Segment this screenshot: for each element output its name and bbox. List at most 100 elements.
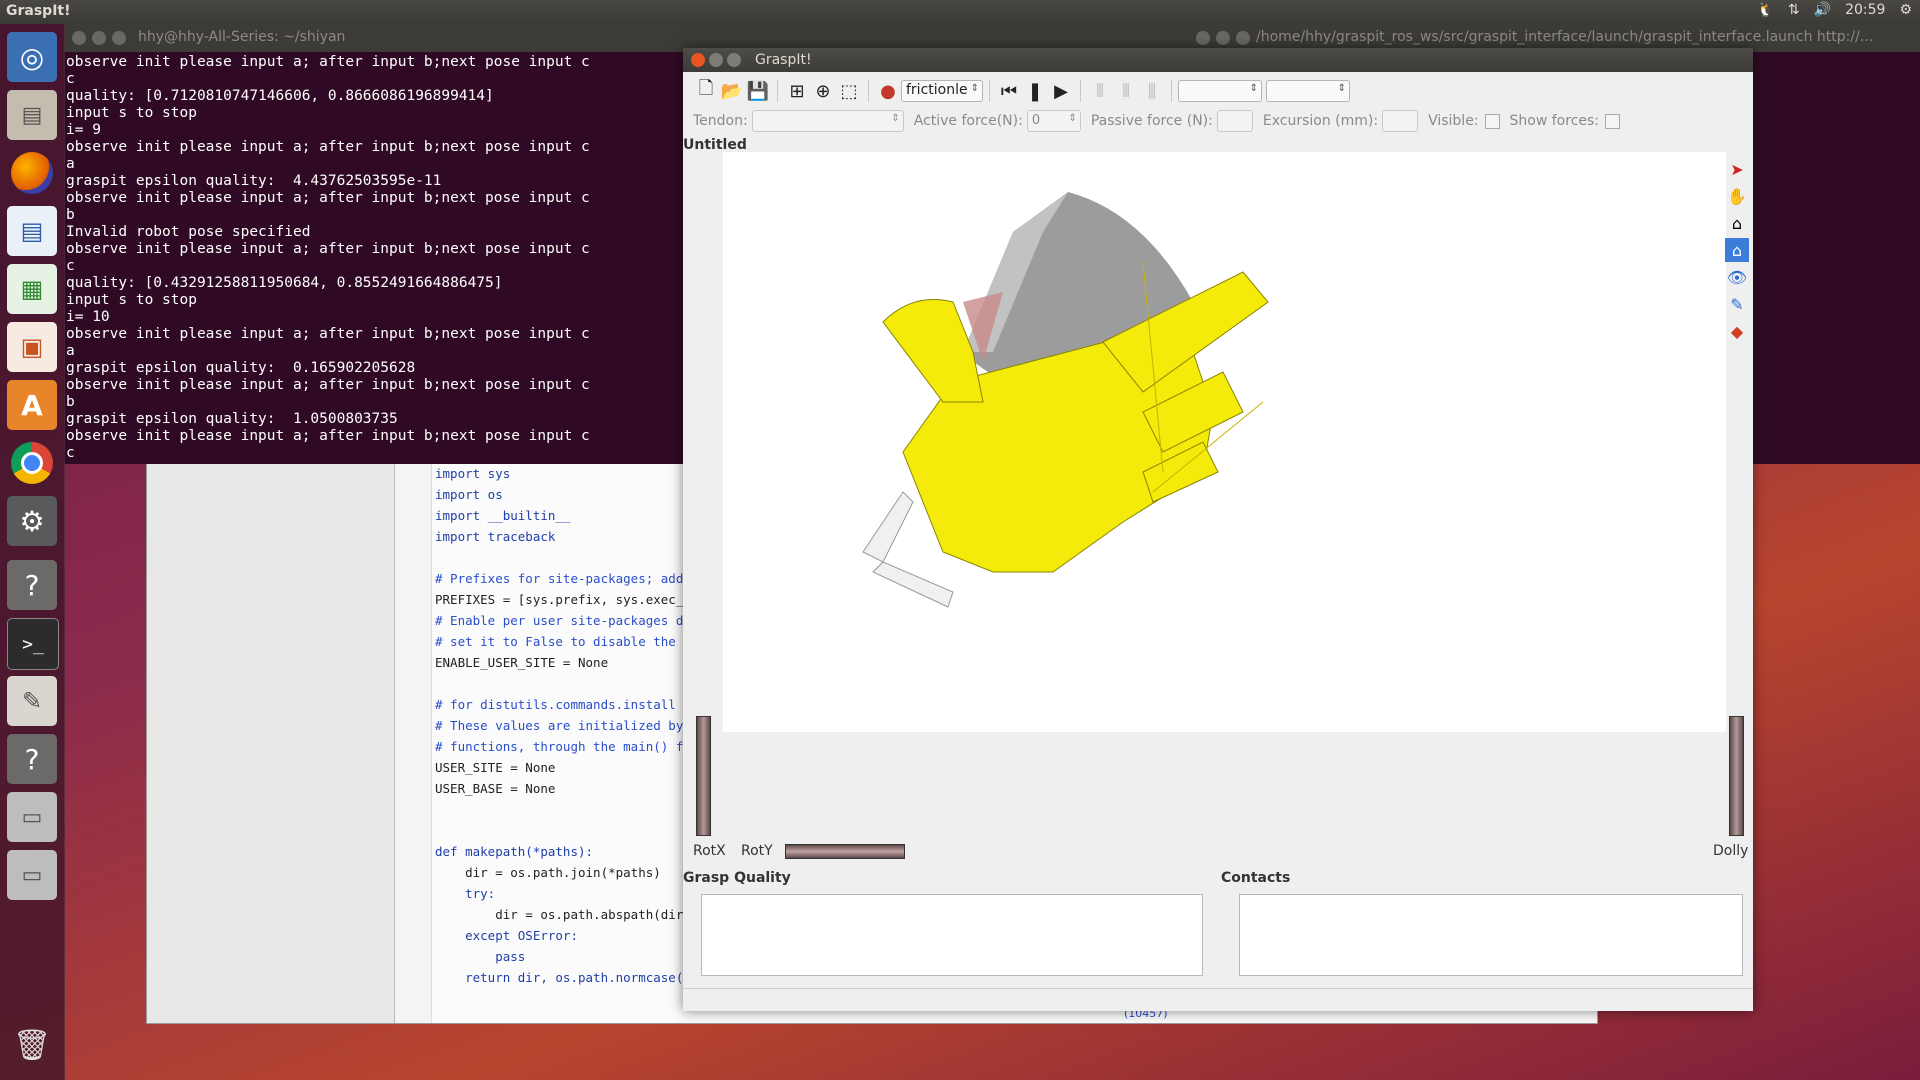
- view-all-icon[interactable]: 👁: [1725, 265, 1749, 289]
- minimize-icon[interactable]: [92, 31, 106, 45]
- select-tool-icon[interactable]: ⬚: [836, 78, 862, 104]
- chevron-updown-icon: ⇕: [970, 83, 979, 94]
- contacts-title: Contacts: [1221, 870, 1291, 886]
- clock[interactable]: 20:59: [1845, 2, 1885, 18]
- chevron-updown-icon: ⇕: [1337, 83, 1346, 94]
- set-home-icon[interactable]: ⌂: [1725, 238, 1749, 262]
- help-icon[interactable]: ?: [7, 734, 57, 784]
- calc-icon[interactable]: ▦: [7, 264, 57, 314]
- software-center-icon[interactable]: A: [7, 380, 57, 430]
- line-gutter: [395, 463, 432, 1023]
- graspit-window[interactable]: GraspIt! 🗋 📂 💾 ⊞ ⊕ ⬚ ● frictionle ⇕ ⏮ ❚ …: [683, 48, 1753, 1011]
- projection-icon[interactable]: ◆: [1725, 319, 1749, 343]
- grasp-quality-title: Grasp Quality: [683, 870, 791, 886]
- code-line: dir = os.path.join(*paths): [435, 865, 661, 880]
- seek-icon[interactable]: ✎: [1725, 292, 1749, 316]
- text-editor-icon[interactable]: ✎: [7, 676, 57, 726]
- grasp-tool-icon[interactable]: ⫴: [1113, 78, 1139, 104]
- close-icon[interactable]: [691, 53, 705, 67]
- grasp-quality-list[interactable]: [701, 894, 1203, 976]
- second-terminal-title: /home/hhy/graspit_ros_ws/src/graspit_int…: [1256, 29, 1874, 45]
- 3d-viewport[interactable]: [723, 152, 1726, 732]
- rotate-tool-icon[interactable]: ⊕: [810, 78, 836, 104]
- hand-pan-icon[interactable]: ✋: [1725, 184, 1749, 208]
- toolbar-separator: [1171, 80, 1172, 102]
- code-line: import os: [435, 487, 503, 502]
- grasp-tool-icon[interactable]: ⫼: [1139, 78, 1165, 104]
- show-forces-checkbox[interactable]: [1605, 113, 1621, 129]
- drive-icon[interactable]: ▭: [7, 792, 57, 842]
- chrome-icon[interactable]: [7, 438, 57, 488]
- roty-label: RotY: [741, 843, 773, 859]
- code-line: # Prefixes for site-packages; add a: [435, 571, 699, 586]
- rotx-wheel[interactable]: [696, 716, 711, 836]
- tendon-combo[interactable]: ⇕: [751, 110, 904, 132]
- contacts-list[interactable]: [1239, 894, 1743, 976]
- pause-icon[interactable]: ❚: [1022, 78, 1048, 104]
- close-icon[interactable]: [72, 31, 86, 45]
- translate-tool-icon[interactable]: ⊞: [784, 78, 810, 104]
- active-force-spinbox[interactable]: 0 ⇕: [1026, 110, 1081, 132]
- code-view[interactable]: import sys import os import __builtin__ imp…: [435, 463, 698, 988]
- code-line: import traceback: [435, 529, 556, 544]
- firefox-icon[interactable]: [7, 148, 57, 198]
- pointer-icon[interactable]: ➤: [1725, 157, 1749, 181]
- friction-combo[interactable]: frictionle ⇕: [901, 80, 983, 102]
- save-icon[interactable]: 💾: [745, 78, 771, 104]
- gear-icon[interactable]: ⚙: [1899, 2, 1912, 18]
- graspit-titlebar[interactable]: GraspIt!: [683, 48, 1753, 72]
- minimize-icon[interactable]: [1216, 31, 1230, 45]
- volume-icon[interactable]: 🔊: [1814, 2, 1831, 18]
- new-file-icon[interactable]: 🗋: [693, 78, 719, 104]
- trash-icon[interactable]: 🗑: [7, 1020, 57, 1070]
- home-icon[interactable]: ⌂: [1725, 211, 1749, 235]
- grasp-tool-icon[interactable]: ⫴: [1087, 78, 1113, 104]
- maximize-icon[interactable]: [727, 53, 741, 67]
- maximize-icon[interactable]: [1236, 31, 1250, 45]
- writer-icon[interactable]: ▤: [7, 206, 57, 256]
- code-line: # for distutils.commands.install: [435, 697, 676, 712]
- toolbar-separator: [868, 80, 869, 102]
- tux-indicator-icon[interactable]: 🐧: [1756, 2, 1773, 18]
- minimize-icon[interactable]: [709, 53, 723, 67]
- visible-checkbox[interactable]: [1484, 113, 1500, 129]
- hand-combo[interactable]: ⇕: [1178, 80, 1262, 102]
- passive-force-field[interactable]: [1216, 110, 1253, 132]
- network-icon[interactable]: ⇅: [1788, 2, 1800, 18]
- chevron-updown-icon: ⇕: [891, 113, 900, 124]
- material-icon[interactable]: ●: [875, 78, 901, 104]
- roty-wheel[interactable]: [785, 844, 905, 859]
- play-icon[interactable]: ▶: [1048, 78, 1074, 104]
- system-settings-icon[interactable]: ⚙: [7, 496, 57, 546]
- visible-label: Visible:: [1428, 113, 1479, 129]
- grasp-combo[interactable]: ⇕: [1266, 80, 1350, 102]
- passive-force-label: Passive force (N):: [1090, 113, 1213, 129]
- skip-back-icon[interactable]: ⏮: [996, 78, 1022, 104]
- active-force-label: Active force(N):: [913, 113, 1023, 129]
- document-title: Untitled: [683, 137, 747, 153]
- dolly-wheel[interactable]: [1729, 716, 1744, 836]
- status-divider: [683, 988, 1753, 989]
- code-line: # Enable per user site-packages di: [435, 613, 691, 628]
- code-line: USER_SITE = None: [435, 760, 556, 775]
- file-browser-pane[interactable]: [147, 463, 395, 1023]
- ubuntu-logo-icon[interactable]: ◎: [7, 32, 57, 82]
- top-panel: GraspIt! 🐧 ⇅ 🔊 20:59 ⚙: [0, 0, 1920, 24]
- drive-icon[interactable]: ▭: [7, 850, 57, 900]
- toolbar-separator: [989, 80, 990, 102]
- file-manager-icon[interactable]: ▤: [7, 90, 57, 140]
- wrist-link: [862, 491, 914, 563]
- graspit-title: GraspIt!: [755, 52, 812, 68]
- terminal-icon[interactable]: >_: [7, 618, 59, 670]
- maximize-icon[interactable]: [112, 31, 126, 45]
- impress-icon[interactable]: ▣: [7, 322, 57, 372]
- help-icon[interactable]: ?: [7, 560, 57, 610]
- close-icon[interactable]: [1196, 31, 1210, 45]
- toolbar-separator: [1080, 80, 1081, 102]
- excursion-field[interactable]: [1382, 110, 1419, 132]
- code-line: def makepath(*paths):: [435, 844, 594, 859]
- open-folder-icon[interactable]: 📂: [719, 78, 745, 104]
- toolbar-separator: [777, 80, 778, 102]
